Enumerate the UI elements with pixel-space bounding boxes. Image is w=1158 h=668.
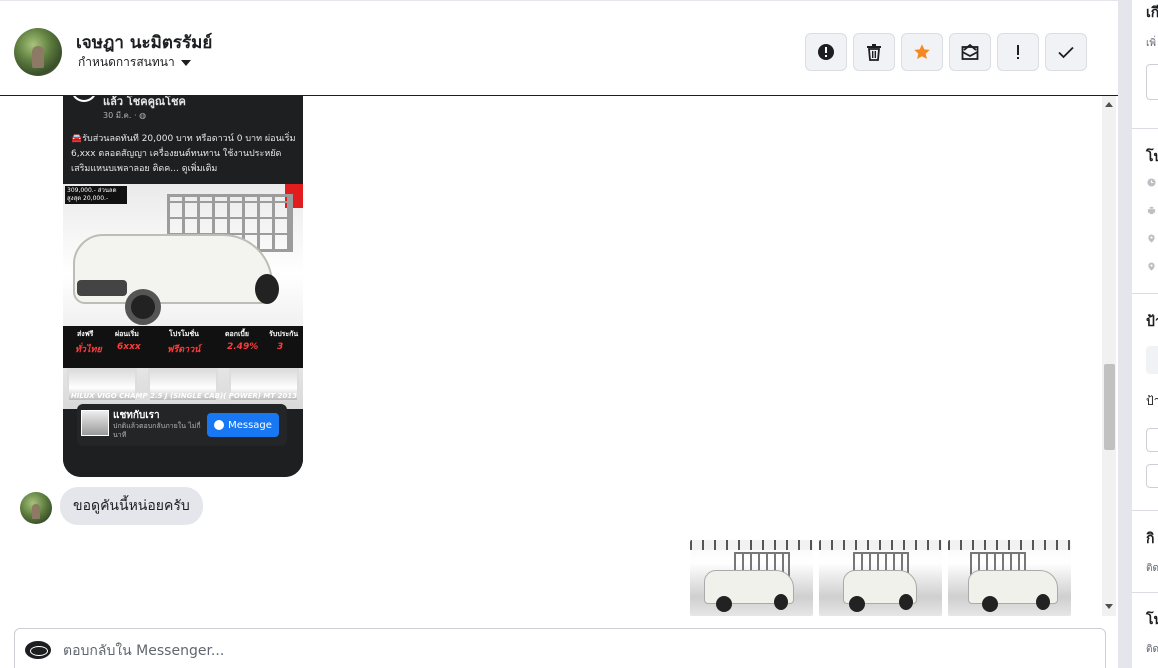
messenger-card-title: แชทกับเรา bbox=[113, 410, 160, 421]
caret-down-icon bbox=[180, 60, 191, 66]
outgoing-photo[interactable] bbox=[690, 540, 813, 616]
panel-divider bbox=[1118, 0, 1132, 668]
label-input-box[interactable] bbox=[1146, 464, 1158, 488]
promo-value: 6xxx bbox=[117, 342, 141, 352]
incoming-message-bubble[interactable]: ขอดูคันนี้หน่อยครับ bbox=[60, 487, 203, 525]
section-divider bbox=[1132, 293, 1158, 294]
details-section-title: ป้า bbox=[1146, 314, 1158, 330]
outgoing-photo[interactable] bbox=[819, 540, 942, 616]
section-divider bbox=[1132, 592, 1158, 593]
delete-button[interactable] bbox=[853, 33, 895, 71]
reply-composer bbox=[14, 628, 1106, 668]
details-section-title: โป bbox=[1146, 149, 1158, 165]
section-divider bbox=[1132, 510, 1158, 511]
scrollbar-thumb[interactable] bbox=[1104, 364, 1115, 450]
section-divider bbox=[1132, 128, 1158, 129]
promo-label: ส่งฟรี bbox=[77, 330, 94, 338]
reply-input[interactable] bbox=[63, 641, 963, 661]
label-chip[interactable] bbox=[1146, 346, 1158, 374]
mark-spam-button[interactable] bbox=[805, 33, 847, 71]
follow-up-button[interactable] bbox=[997, 33, 1039, 71]
details-section-title: กิ bbox=[1146, 531, 1155, 547]
messenger-icon bbox=[214, 420, 225, 430]
truck-wheel bbox=[899, 594, 913, 610]
inbox-app: เจษฎา นะมิตรรัมย์ กำหนดการสนทนา แล้ว โชค… bbox=[0, 0, 1158, 668]
shared-post-date-text: 30 มี.ค. · bbox=[103, 111, 137, 120]
details-section-subtitle: เพิ่ bbox=[1146, 38, 1157, 49]
page-logo-icon bbox=[71, 96, 97, 102]
message-scrollbar[interactable] bbox=[1102, 96, 1116, 616]
trash-icon bbox=[867, 44, 881, 61]
promo-value: ทั่วไทย bbox=[75, 345, 102, 355]
exclamation-circle-icon bbox=[818, 44, 834, 60]
exclamation-icon bbox=[1017, 45, 1019, 59]
conversation-header: เจษฎา นะมิตรรัมย์ กำหนดการสนทนา bbox=[0, 0, 1118, 96]
scroll-up-arrow-icon[interactable] bbox=[1105, 102, 1113, 107]
promo-value: ฟรีดาวน์ bbox=[167, 345, 201, 355]
truck-wheel bbox=[982, 596, 998, 612]
promo-label: โปรโมชั่น bbox=[169, 330, 199, 338]
truck-grille bbox=[77, 280, 127, 296]
star-icon bbox=[914, 44, 930, 60]
details-section-subtitle: ติด bbox=[1146, 563, 1158, 574]
details-section-subtitle: ป้า bbox=[1146, 394, 1158, 408]
truck-wheel bbox=[255, 274, 279, 304]
message-thread[interactable]: แล้ว โชคคูณโชค 30 มี.ค. · ◍ 🚘รับส่วนลดทั… bbox=[0, 96, 1118, 616]
details-section-title: โน bbox=[1146, 612, 1158, 628]
shared-post-page-name: แล้ว โชคคูณโชค bbox=[103, 96, 186, 108]
promo-label: ผ่อนเริ่ม bbox=[115, 330, 139, 338]
checkmark-icon bbox=[1058, 46, 1074, 59]
conversation-settings-dropdown[interactable]: กำหนดการสนทนา bbox=[78, 53, 191, 72]
mark-done-button[interactable] bbox=[1045, 33, 1087, 71]
promo-value: 2.49% bbox=[227, 342, 259, 352]
promo-value: 3 bbox=[277, 342, 284, 352]
envelope-icon bbox=[961, 43, 979, 60]
truck-wheel bbox=[125, 289, 161, 325]
sender-avatar[interactable] bbox=[20, 492, 52, 524]
promo-label: รับประกัน bbox=[269, 330, 299, 338]
messenger-card-subtitle: ปกติแล้วตอบกลับภายใน ไม่กี่นาที bbox=[113, 422, 201, 439]
ad-price-badge: 309,000.- ส่วนลดสูงสุด 20,000.- bbox=[65, 186, 127, 204]
page-logo-icon bbox=[25, 641, 51, 659]
star-button[interactable] bbox=[901, 33, 943, 71]
location-pin-icon bbox=[1148, 262, 1155, 271]
ad-creative: 309,000.- ส่วนลดสูงสุด 20,000.- ส่งฟรี ท… bbox=[63, 184, 303, 409]
contact-avatar[interactable] bbox=[14, 28, 62, 76]
conversation-actions bbox=[805, 33, 1087, 71]
promo-label: ดอกเบี้ย bbox=[225, 330, 249, 338]
message-cta-label: Message bbox=[228, 419, 272, 431]
contact-details-panel: เกี เพิ่ โป ป้า ป้า กิ ติด โน ติด bbox=[1132, 0, 1158, 668]
truck-wheel bbox=[716, 596, 732, 612]
shared-post-body: 🚘รับส่วนลดทันที 20,000 บาท หรือดาวน์ 0 บ… bbox=[71, 134, 296, 174]
conversation-settings-label: กำหนดการสนทนา bbox=[78, 55, 175, 69]
messenger-card-thumbnail bbox=[81, 410, 109, 436]
message-cta-button: Message bbox=[207, 413, 279, 437]
scroll-down-arrow-icon[interactable] bbox=[1105, 604, 1113, 609]
printer-icon bbox=[1147, 206, 1156, 215]
details-input-box[interactable] bbox=[1146, 64, 1158, 100]
outgoing-photo[interactable] bbox=[948, 540, 1071, 616]
label-input-box[interactable] bbox=[1146, 428, 1158, 452]
clock-icon bbox=[1147, 178, 1156, 187]
messenger-cta-card: แชทกับเรา ปกติแล้วตอบกลับภายใน ไม่กี่นาท… bbox=[77, 404, 287, 446]
truck-wheel bbox=[774, 594, 788, 610]
truck-wheel bbox=[849, 596, 865, 612]
outgoing-photo-group bbox=[690, 540, 1071, 616]
shared-post-footer bbox=[63, 448, 303, 477]
globe-icon: ◍ bbox=[139, 111, 147, 120]
mark-unread-button[interactable] bbox=[949, 33, 991, 71]
details-section-title: เกี bbox=[1146, 5, 1158, 21]
truck-wheel bbox=[1036, 594, 1050, 610]
contact-name[interactable]: เจษฎา นะมิตรรัมย์ bbox=[76, 29, 212, 56]
details-section-subtitle: ติด bbox=[1146, 644, 1158, 655]
shared-post-image[interactable]: แล้ว โชคคูณโชค 30 มี.ค. · ◍ 🚘รับส่วนลดทั… bbox=[63, 96, 303, 477]
location-pin-icon bbox=[1148, 234, 1155, 243]
ad-model-text: HILUX VIGO CHAMP 2.5 J (SINGLE CAB)( POW… bbox=[70, 392, 298, 400]
shared-post-date: 30 มี.ค. · ◍ bbox=[103, 109, 146, 122]
